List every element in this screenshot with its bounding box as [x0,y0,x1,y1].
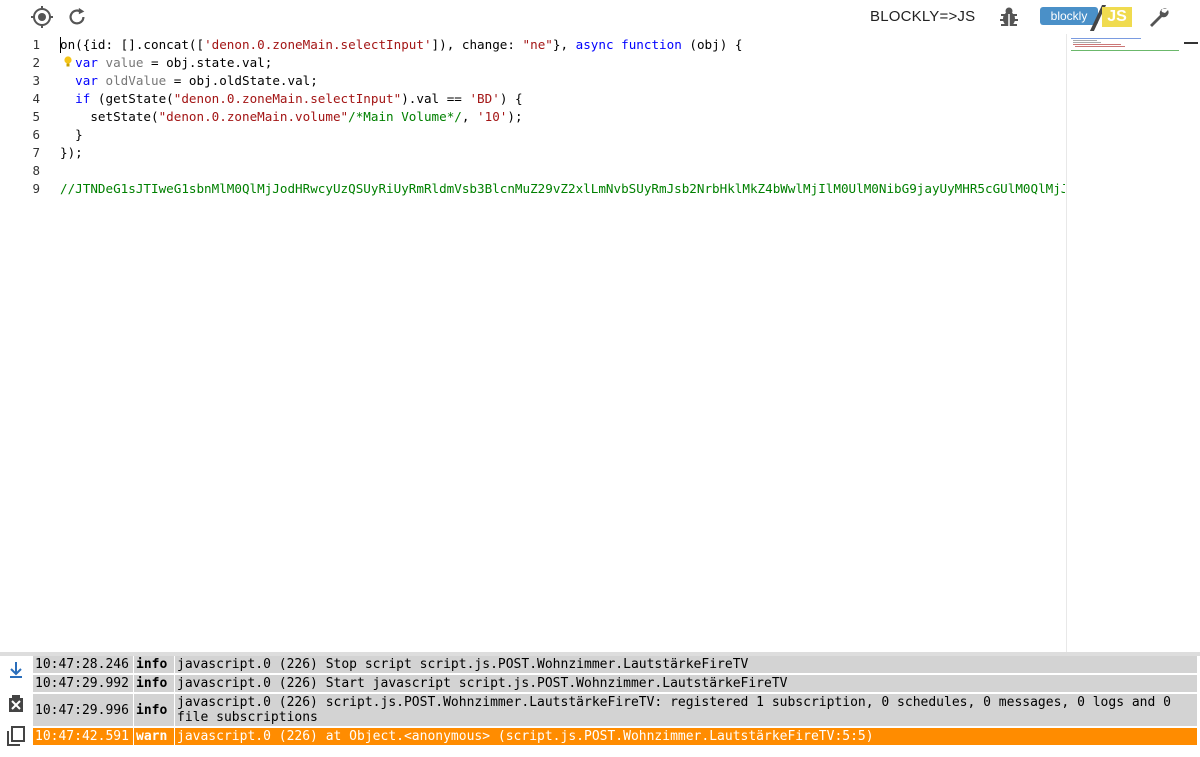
code-line[interactable]: } [60,126,83,144]
line-number: 3 [32,73,40,88]
target-icon[interactable] [29,4,55,30]
blockly-js-badge[interactable]: blockly JS [1036,5,1136,31]
clear-log-icon[interactable] [6,694,26,714]
reload-icon[interactable] [64,4,90,30]
log-severity: info [134,694,175,726]
line-number: 1 [32,37,40,52]
code-line[interactable]: on({id: [].concat(['denon.0.zoneMain.sel… [60,36,742,54]
blockly-badge: blockly [1040,7,1098,25]
code-line[interactable]: var value = obj.state.val; [60,54,272,72]
line-number: 8 [32,163,40,178]
log-row[interactable]: 10:47:29.992 info javascript.0 (226) Sta… [33,675,1197,692]
log-table: 10:47:28.246 info javascript.0 (226) Sto… [33,656,1197,747]
debug-bug-icon[interactable] [996,4,1022,30]
line-number: 2 [32,55,40,70]
code-editor[interactable]: 1 2 3 4 5 6 7 8 9 on({id: [].concat(['de… [0,34,1200,654]
log-message: javascript.0 (226) at Object.<anonymous>… [177,729,874,744]
code-line[interactable]: setState("denon.0.zoneMain.volume"/*Main… [60,108,522,126]
log-row-warning[interactable]: 10:47:42.591 warn javascript.0 (226) at … [33,728,1197,745]
line-number: 5 [32,109,40,124]
js-badge: JS [1102,7,1132,27]
line-number: 4 [32,91,40,106]
copy-log-icon[interactable] [6,726,26,746]
log-message: javascript.0 (226) script.js.POST.Wohnzi… [177,695,1179,725]
code-line[interactable]: if (getState("denon.0.zoneMain.selectInp… [60,90,522,108]
log-toolbar [0,656,32,757]
log-row[interactable]: 10:47:28.246 info javascript.0 (226) Sto… [33,656,1197,673]
code-line[interactable]: }); [60,144,83,162]
lightbulb-icon[interactable] [64,56,72,68]
wrench-icon[interactable] [1146,4,1172,30]
code-area[interactable]: on({id: [].concat(['denon.0.zoneMain.sel… [60,34,1065,654]
line-number: 9 [32,181,40,196]
text-cursor [60,37,61,53]
log-severity: info [134,656,175,673]
editor-toolbar: BLOCKLY=>JS blockly JS [0,0,1200,34]
log-message: javascript.0 (226) Start javascript scri… [177,676,788,691]
code-line[interactable]: //JTNDeG1sJTIweG1sbnMlM0QlMjJodHRwcyUzQS… [60,180,1065,198]
log-row[interactable]: 10:47:29.996 info javascript.0 (226) scr… [33,694,1197,726]
log-timestamp: 10:47:29.992 [33,675,134,692]
scrollbar-thumb[interactable] [1184,42,1198,44]
log-timestamp: 10:47:28.246 [33,656,134,673]
log-message: javascript.0 (226) Stop script script.js… [177,657,749,672]
log-severity: warn [134,728,175,745]
log-timestamp: 10:47:42.591 [33,728,134,745]
line-number: 6 [32,127,40,142]
scroll-to-bottom-icon[interactable] [6,660,26,680]
line-number-gutter: 1 2 3 4 5 6 7 8 9 [0,34,52,654]
blockly-to-js-button[interactable]: BLOCKLY=>JS [870,8,975,25]
log-severity: info [134,675,175,692]
line-number: 7 [32,145,40,160]
code-minimap[interactable] [1066,34,1185,654]
log-timestamp: 10:47:29.996 [33,694,134,726]
code-line[interactable]: var oldValue = obj.oldState.val; [60,72,318,90]
